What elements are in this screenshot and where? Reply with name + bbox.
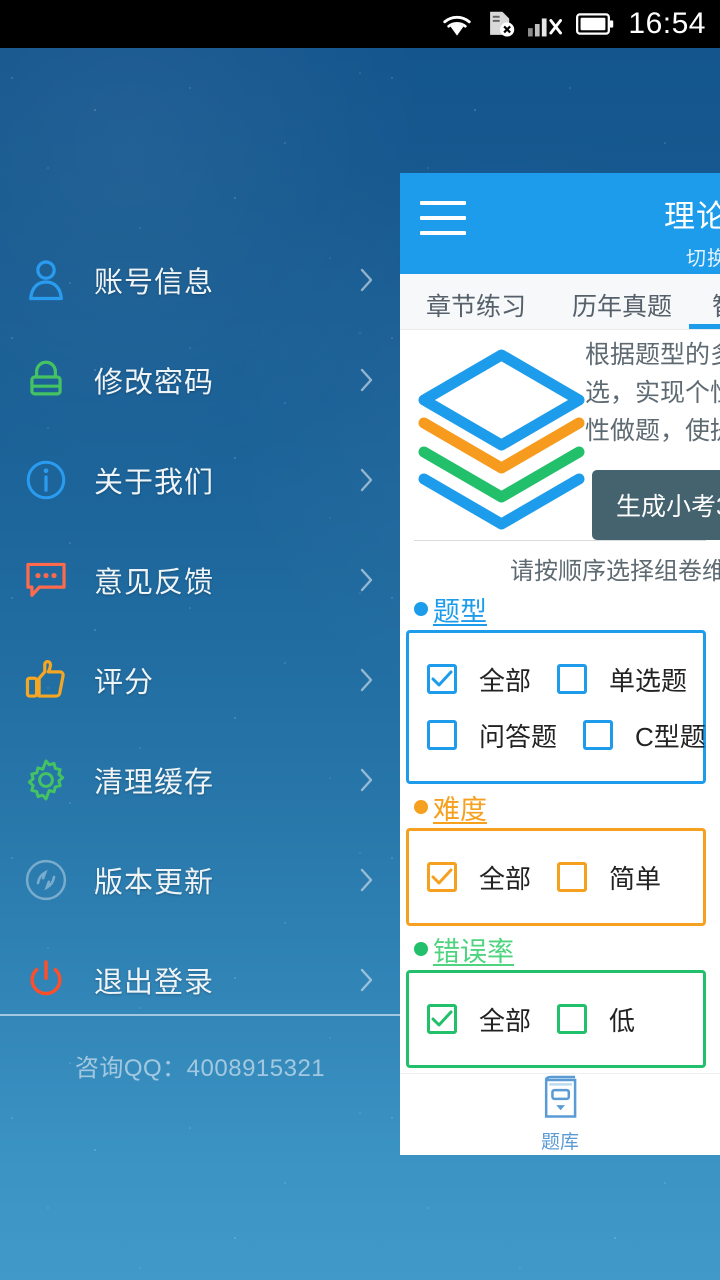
nav-item-question-bank[interactable]: 题库 — [541, 1075, 579, 1154]
tab-past-exams[interactable]: 历年真题 — [572, 287, 672, 323]
battery-icon — [576, 13, 614, 35]
chevron-right-icon — [360, 868, 374, 892]
checkbox-unchecked[interactable] — [427, 720, 457, 750]
sidebar-item-label: 修改密码 — [94, 367, 215, 399]
checkbox-checked[interactable] — [427, 862, 457, 892]
option-label: 全部 — [479, 1005, 532, 1036]
info-icon — [20, 454, 72, 506]
group-error-rate: 错误率 全部 低 — [400, 930, 720, 1068]
status-bar-clock: 16:54 — [628, 7, 706, 40]
sidebar-item-label: 意见反馈 — [94, 567, 215, 599]
app-bar-titles: 理论知识 切换科目 — [618, 191, 720, 271]
wifi-icon — [440, 11, 474, 37]
hamburger-icon[interactable] — [420, 201, 466, 235]
chevron-right-icon — [360, 468, 374, 492]
option-label: 简单 — [609, 863, 662, 894]
switch-subject-link[interactable]: 切换科目 — [618, 242, 720, 271]
group-options-box: 全部 简单 — [406, 828, 706, 926]
sidebar-item-rating[interactable]: 评分 — [0, 630, 400, 730]
sidebar-item-change-password[interactable]: 修改密码 — [0, 330, 400, 430]
group-difficulty: 难度 全部 简单 — [400, 788, 720, 926]
option-label: C型题 — [635, 721, 706, 752]
sidebar-item-label: 关于我们 — [94, 467, 215, 499]
option-label: 问答题 — [479, 721, 558, 752]
group-question-type: 题型 全部 单选题 问答题 C型题 — [400, 590, 720, 784]
checkbox-checked[interactable] — [427, 1004, 457, 1034]
group-title: 错误率 — [433, 936, 514, 967]
navigation-drawer: 账号信息 修改密码 关于我们 意见反馈 评分 清理缓存 版本更新 退出登录 咨询… — [0, 48, 400, 1280]
generate-quiz-button[interactable]: 生成小考30 — [592, 470, 720, 540]
drawer-divider — [0, 1014, 400, 1016]
chevron-right-icon — [360, 768, 374, 792]
book-icon — [541, 1075, 579, 1124]
intro-section: 根据题型的多 选，实现个性 性做题，使提 生成小考30 — [400, 330, 720, 540]
sidebar-item-about-us[interactable]: 关于我们 — [0, 430, 400, 530]
checkbox-unchecked[interactable] — [557, 664, 588, 694]
sidebar-item-label: 退出登录 — [94, 967, 215, 999]
gear-icon — [20, 754, 72, 806]
bullet-dot-icon — [414, 800, 428, 814]
chevron-right-icon — [360, 368, 374, 392]
chevron-right-icon — [360, 668, 374, 692]
group-header: 题型 — [400, 590, 720, 628]
thumbs-up-icon — [20, 654, 72, 706]
tab-active-indicator — [689, 324, 720, 329]
intro-description: 根据题型的多 选，实现个性 性做题，使提 — [585, 336, 720, 450]
intro-line: 选，实现个性 — [585, 379, 720, 407]
group-options-box: 全部 单选题 问答题 C型题 — [406, 630, 706, 784]
status-bar: 16:54 — [0, 0, 720, 48]
page-title: 理论知识 — [664, 199, 720, 234]
sidebar-item-version-update[interactable]: 版本更新 — [0, 830, 400, 930]
option-label: 低 — [609, 1005, 636, 1036]
sidebar-item-label: 评分 — [94, 667, 155, 699]
checkbox-unchecked[interactable] — [583, 720, 614, 750]
sidebar-item-label: 版本更新 — [94, 867, 215, 899]
option-row: 全部 低 — [409, 991, 703, 1047]
refresh-icon — [20, 854, 72, 906]
checkbox-checked[interactable] — [427, 664, 457, 694]
app-bar: 理论知识 切换科目 — [400, 173, 720, 274]
tab-chapter-practice[interactable]: 章节练习 — [426, 287, 526, 323]
group-options-box: 全部 低 — [406, 970, 706, 1068]
sidebar-item-clear-cache[interactable]: 清理缓存 — [0, 730, 400, 830]
chevron-right-icon — [360, 268, 374, 292]
signal-no-service-icon — [528, 11, 564, 37]
checkbox-unchecked[interactable] — [557, 1004, 588, 1034]
sidebar-item-account-info[interactable]: 账号信息 — [0, 230, 400, 330]
option-row: 全部 简单 — [409, 849, 703, 905]
group-header: 难度 — [400, 788, 720, 826]
tab-bar: 章节练习 历年真题 智能组卷 — [400, 274, 720, 330]
bullet-dot-icon — [414, 602, 428, 616]
tab-smart-paper[interactable]: 智能组卷 — [712, 287, 720, 323]
option-label: 单选题 — [609, 665, 688, 696]
option-row: 问答题 C型题 — [409, 707, 706, 763]
option-label: 全部 — [479, 863, 532, 894]
sidebar-item-feedback[interactable]: 意见反馈 — [0, 530, 400, 630]
group-title: 题型 — [433, 596, 487, 627]
checkbox-unchecked[interactable] — [557, 862, 588, 892]
option-row: 全部 单选题 — [409, 651, 703, 707]
content-panel: 理论知识 切换科目 章节练习 历年真题 智能组卷 根据题型的多 选，实现个性 性… — [400, 173, 720, 1155]
sim-card-error-icon — [486, 10, 516, 38]
option-label: 全部 — [479, 665, 532, 696]
user-icon — [20, 254, 72, 306]
nav-item-label: 题库 — [540, 1132, 579, 1153]
group-header: 错误率 — [400, 930, 720, 968]
chevron-right-icon — [360, 968, 374, 992]
chat-icon — [20, 554, 72, 606]
sidebar-item-label: 账号信息 — [94, 267, 215, 299]
lock-icon — [20, 354, 72, 406]
intro-line: 根据题型的多 — [585, 341, 720, 369]
sidebar-item-label: 清理缓存 — [94, 767, 215, 799]
power-icon — [20, 954, 72, 1006]
order-hint-text: 请按顺序选择组卷维 — [510, 558, 720, 585]
drawer-menu-list: 账号信息 修改密码 关于我们 意见反馈 评分 清理缓存 版本更新 退出登录 — [0, 230, 400, 1030]
group-title: 难度 — [433, 794, 487, 825]
chevron-right-icon — [360, 568, 374, 592]
bottom-navigation-bar: 题库 — [400, 1073, 720, 1155]
intro-line: 性做题，使提 — [585, 417, 720, 445]
drawer-footer-qq: 咨询QQ：4008915321 — [74, 1055, 326, 1082]
stacked-layers-logo — [414, 345, 589, 530]
bullet-dot-icon — [414, 942, 428, 956]
